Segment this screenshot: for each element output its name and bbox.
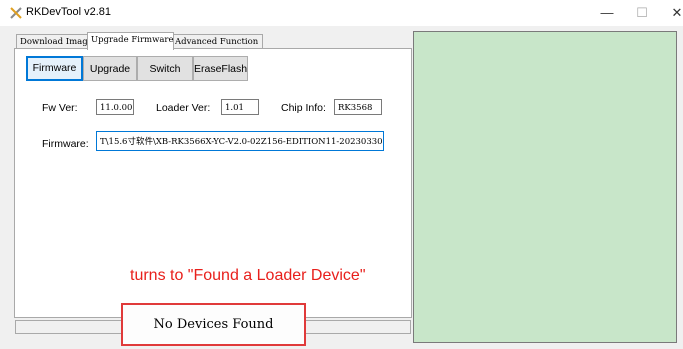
- chip-info-label: Chip Info:: [281, 102, 326, 114]
- upgrade-button[interactable]: Upgrade: [83, 56, 137, 81]
- fw-ver-field: 11.0.00: [96, 99, 134, 115]
- device-status-text: No Devices Found: [153, 317, 274, 332]
- annotation-note: turns to "Found a Loader Device": [130, 267, 366, 284]
- fw-ver-label: Fw Ver:: [42, 102, 78, 114]
- firmware-path-label: Firmware:: [42, 138, 89, 150]
- title-bar: RKDevTool v2.81 — ☐ ✕: [0, 0, 683, 26]
- tab-upgrade-firmware[interactable]: Upgrade Firmware: [87, 32, 174, 50]
- window-title: RKDevTool v2.81: [26, 6, 111, 18]
- tab-advanced-function[interactable]: Advanced Function: [171, 34, 263, 49]
- log-output-area: [413, 31, 677, 343]
- switch-button[interactable]: Switch: [137, 56, 193, 81]
- tab-download-image[interactable]: Download Image: [16, 34, 93, 49]
- loader-ver-field: 1.01: [221, 99, 259, 115]
- rk-tool-icon: [10, 7, 22, 19]
- close-button[interactable]: ✕: [660, 3, 683, 23]
- status-highlight-box: No Devices Found: [121, 303, 306, 346]
- loader-ver-label: Loader Ver:: [156, 102, 211, 114]
- minimize-button[interactable]: —: [590, 3, 624, 23]
- firmware-path-field[interactable]: T\15.6寸软件\XB-RK3566X-YC-V2.0-02Z156-EDIT…: [96, 131, 384, 151]
- maximize-button[interactable]: ☐: [625, 3, 659, 23]
- chip-info-field: RK3568: [334, 99, 382, 115]
- eraseflash-button[interactable]: EraseFlash: [193, 56, 248, 81]
- firmware-button[interactable]: Firmware: [26, 56, 83, 81]
